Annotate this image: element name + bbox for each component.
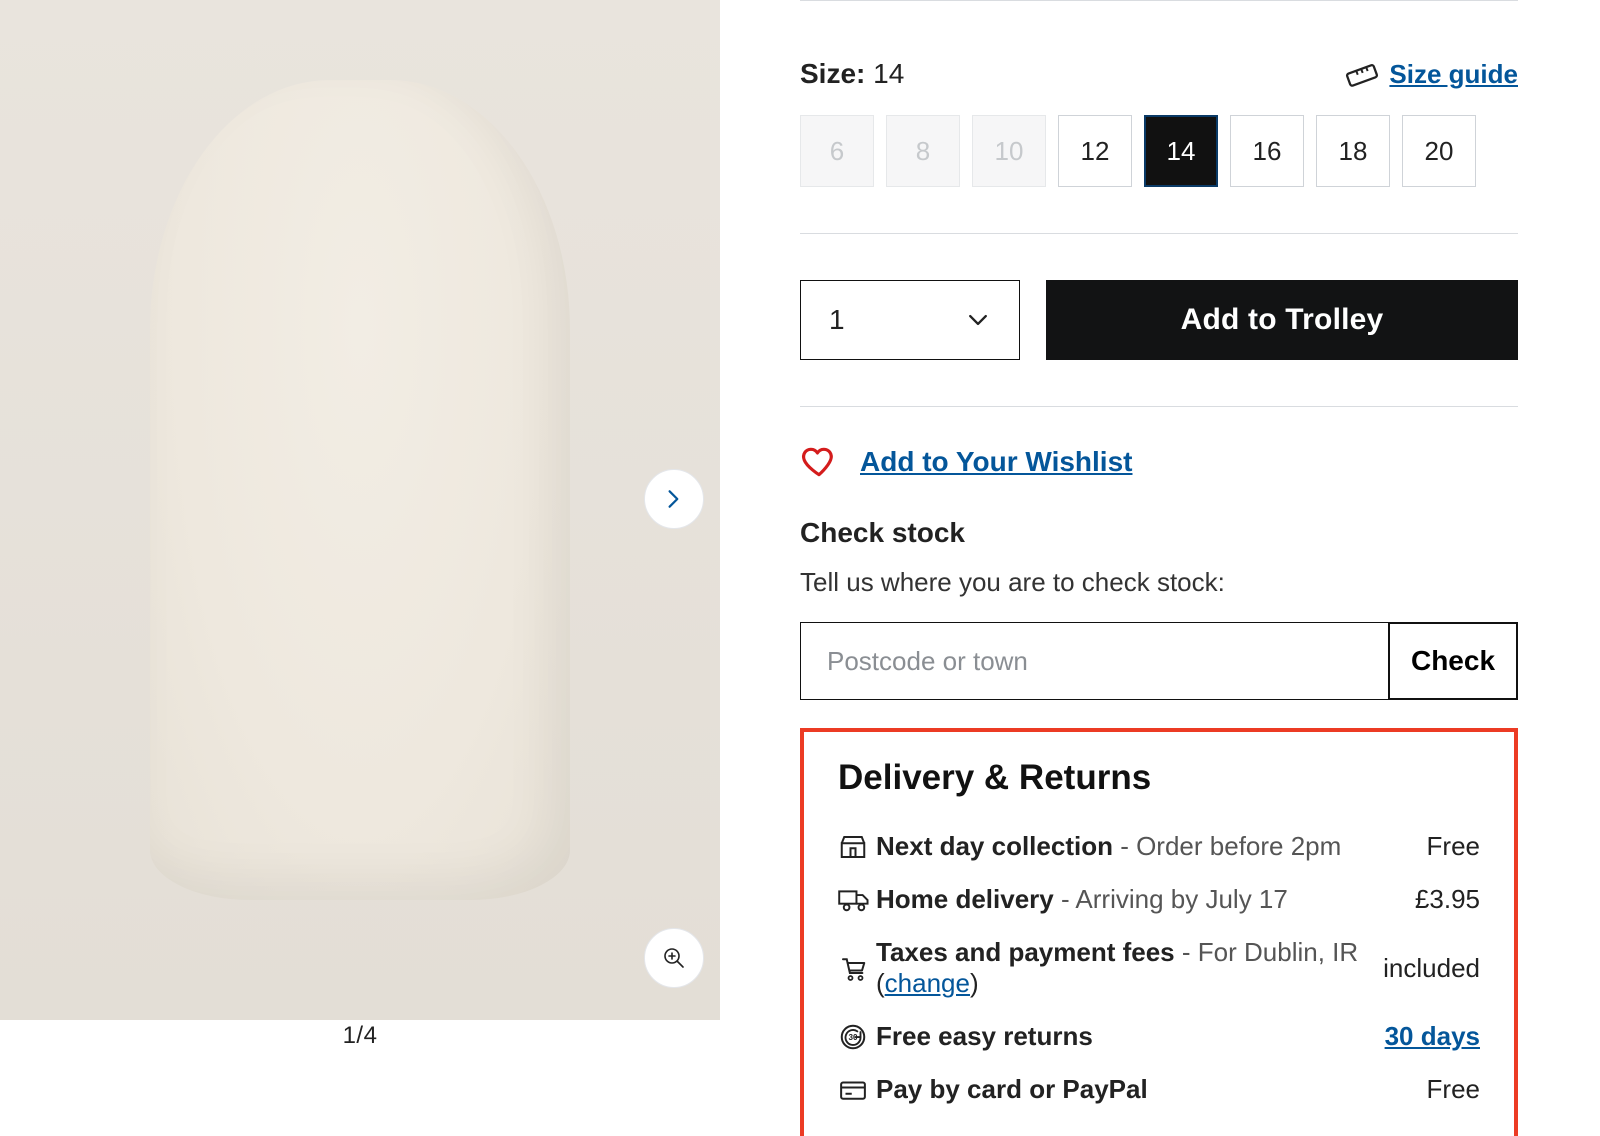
store-icon — [838, 832, 876, 862]
add-to-wishlist-link[interactable]: Add to Your Wishlist — [860, 446, 1132, 478]
check-stock-button[interactable]: Check — [1388, 622, 1518, 700]
divider — [800, 406, 1518, 407]
size-chip-20[interactable]: 20 — [1402, 115, 1476, 187]
divider — [800, 0, 1518, 1]
add-to-trolley-button[interactable]: Add to Trolley — [1046, 280, 1518, 360]
delivery-row: 30 Free easy returns30 days — [838, 1010, 1480, 1063]
ruler-icon — [1345, 57, 1379, 91]
change-location-link[interactable]: change — [885, 968, 970, 998]
delivery-row-main: Next day collection - Order before 2pm — [876, 831, 1427, 862]
delivery-row-value: Free — [1427, 1074, 1480, 1105]
check-stock-title: Check stock — [800, 517, 1518, 549]
delivery-returns-panel: Delivery & Returns Next day collection -… — [800, 728, 1518, 1136]
delivery-row-main: Taxes and payment fees - For Dublin, IR … — [876, 937, 1383, 999]
divider — [800, 233, 1518, 234]
size-chip-12[interactable]: 12 — [1058, 115, 1132, 187]
delivery-row-main: Free easy returns — [876, 1021, 1385, 1052]
postcode-input[interactable] — [800, 622, 1388, 700]
gallery-counter: 1/4 — [0, 1020, 720, 1058]
size-chip-14[interactable]: 14 — [1144, 115, 1218, 187]
heart-icon — [800, 443, 838, 481]
size-guide-label: Size guide — [1389, 59, 1518, 90]
size-chip-6: 6 — [800, 115, 874, 187]
returns-policy-link[interactable]: 30 days — [1385, 1021, 1480, 1051]
chevron-down-icon — [965, 307, 991, 333]
delivery-row-value: Free — [1427, 831, 1480, 862]
svg-text:30: 30 — [848, 1033, 858, 1042]
size-chip-16[interactable]: 16 — [1230, 115, 1304, 187]
card-icon — [838, 1075, 876, 1105]
truck-icon — [838, 885, 876, 915]
size-guide-link[interactable]: Size guide — [1345, 57, 1518, 91]
gallery-zoom-button[interactable] — [644, 928, 704, 988]
delivery-row: Home delivery - Arriving by July 17£3.95 — [838, 873, 1480, 926]
size-chip-18[interactable]: 18 — [1316, 115, 1390, 187]
delivery-row-main: Home delivery - Arriving by July 17 — [876, 884, 1415, 915]
return-icon: 30 — [838, 1022, 876, 1052]
delivery-row: Taxes and payment fees - For Dublin, IR … — [838, 926, 1480, 1010]
product-image — [0, 0, 720, 1020]
quantity-select[interactable]: 1 — [800, 280, 1020, 360]
delivery-row-value: included — [1383, 953, 1480, 984]
delivery-row: Pay by card or PayPalFree — [838, 1063, 1480, 1116]
check-stock-subtitle: Tell us where you are to check stock: — [800, 567, 1518, 598]
delivery-row-value: 30 days — [1385, 1021, 1480, 1052]
size-chip-10: 10 — [972, 115, 1046, 187]
quantity-value: 1 — [829, 304, 845, 336]
gallery-next-button[interactable] — [644, 469, 704, 529]
size-label: Size: 14 — [800, 58, 904, 90]
delivery-returns-heading: Delivery & Returns — [838, 758, 1480, 798]
cart-icon — [838, 953, 876, 983]
delivery-row-value: £3.95 — [1415, 884, 1480, 915]
size-chip-8: 8 — [886, 115, 960, 187]
delivery-row-main: Pay by card or PayPal — [876, 1074, 1427, 1105]
delivery-row: Next day collection - Order before 2pmFr… — [838, 820, 1480, 873]
